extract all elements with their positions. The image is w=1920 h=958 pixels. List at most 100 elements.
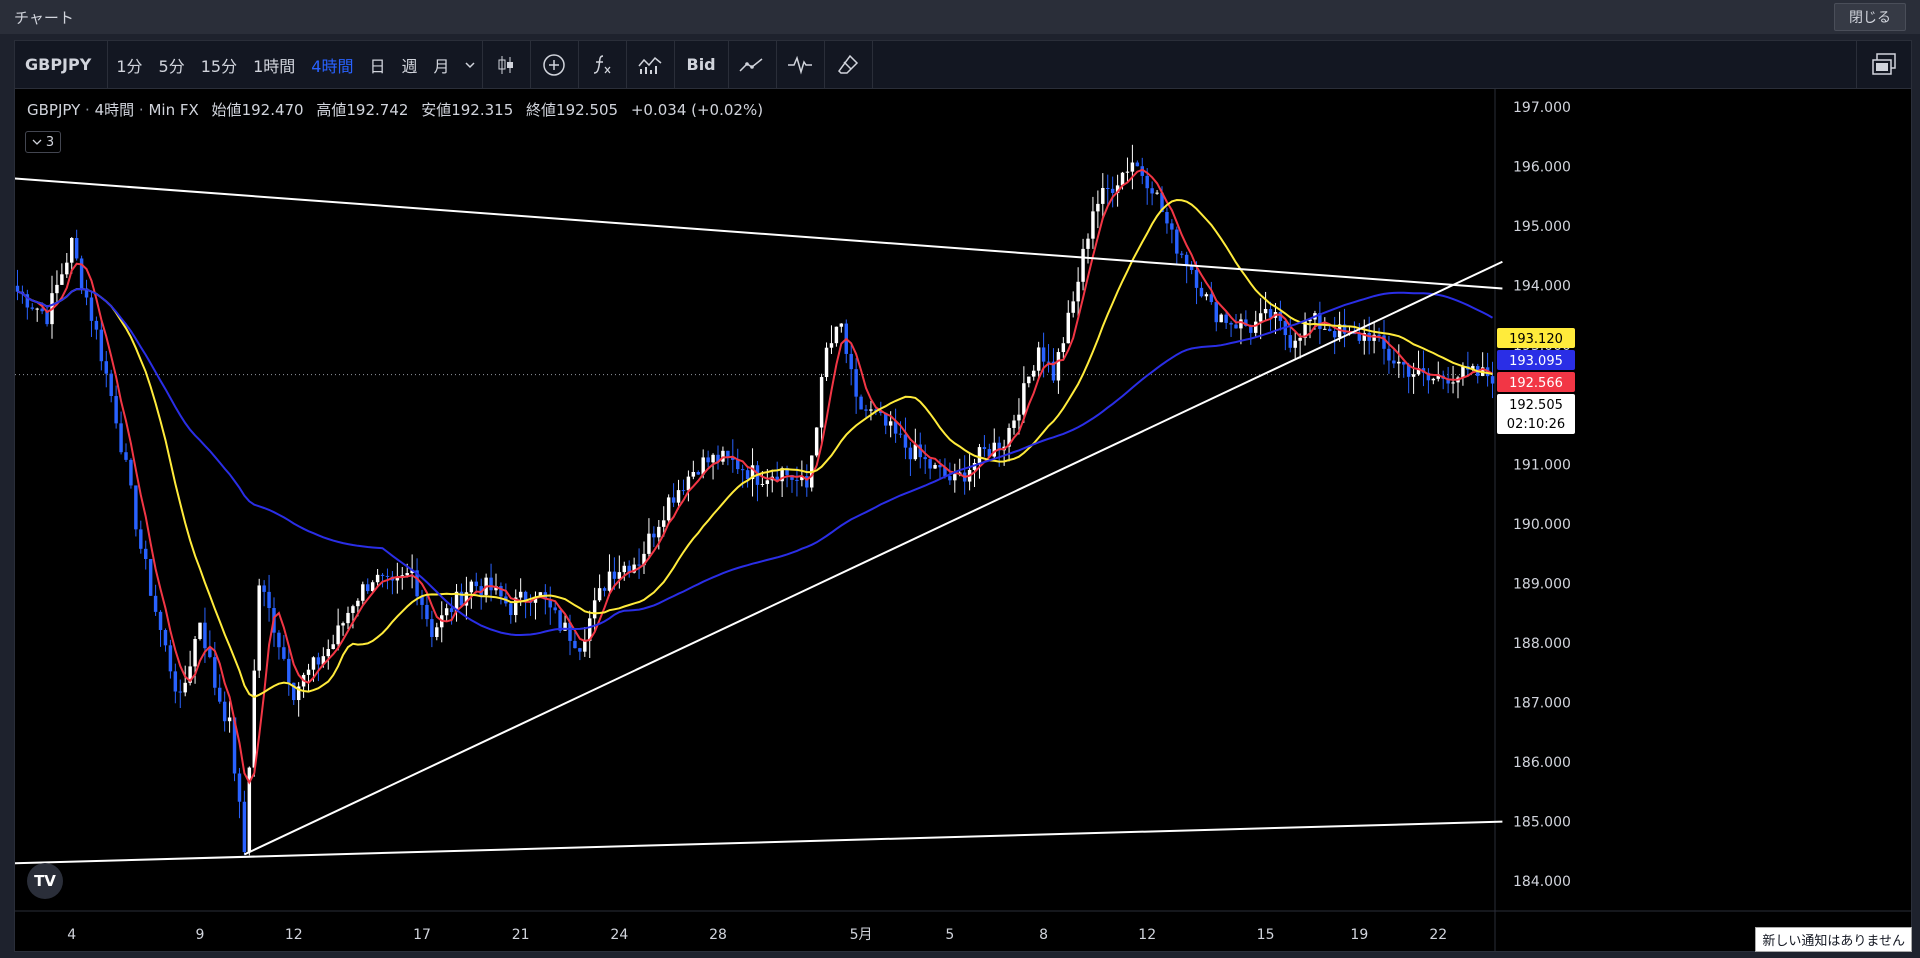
candle-body (173, 671, 178, 692)
candle-body (617, 572, 622, 579)
candle-body (1106, 188, 1110, 190)
eraser-icon[interactable] (823, 41, 872, 89)
y-tick-label: 190.000 (1513, 517, 1571, 533)
price-chart[interactable]: 184.000 185.000 186.000 187.000 188.000 189.0… (15, 89, 1911, 951)
bid-toggle[interactable]: Bid (673, 41, 728, 89)
interval-day[interactable]: 日 (361, 41, 393, 89)
candle-body (1120, 172, 1125, 186)
window-titlebar: チャート 閉じる (0, 0, 1920, 34)
candle-body (726, 450, 730, 457)
candle-body (1032, 370, 1036, 377)
price-label: 192.505 (1509, 398, 1563, 413)
candle-body (913, 444, 918, 460)
candle-body (218, 687, 222, 702)
y-tick-label: 195.000 (1513, 219, 1571, 235)
candle-body (1258, 313, 1263, 322)
candle-body (489, 577, 493, 591)
legend-high-label: 高値 (316, 101, 347, 119)
candle-body (691, 471, 696, 477)
legend-open-label: 始値 (211, 101, 242, 119)
candlestick-icon[interactable] (481, 41, 530, 89)
candle-body (139, 529, 143, 549)
candle-body (1214, 302, 1218, 323)
candle-body (385, 575, 390, 577)
candle-body (814, 427, 819, 456)
candle-body (849, 353, 853, 370)
candle-body (509, 603, 513, 616)
interval-4h[interactable]: 4時間 (303, 41, 361, 89)
candle-body (1377, 334, 1381, 336)
candle-body (864, 409, 868, 411)
candle-body (1180, 253, 1184, 255)
candle-body (1022, 383, 1026, 415)
x-tick-label: 9 (196, 927, 205, 943)
interval-week[interactable]: 週 (393, 41, 425, 89)
interval-1h[interactable]: 1時間 (245, 41, 303, 89)
candle-body (1392, 360, 1396, 364)
candle-body (706, 457, 710, 463)
candle-body (1125, 171, 1130, 173)
layout-icon[interactable] (1856, 41, 1911, 89)
line-tool-icon[interactable] (727, 41, 776, 89)
interval-5m[interactable]: 5分 (151, 41, 193, 89)
notification-toast: 新しい通知はありません (1755, 927, 1912, 952)
chevron-down-icon[interactable] (458, 41, 482, 89)
y-tick-label: 188.000 (1513, 636, 1571, 652)
candle-body (1254, 321, 1258, 333)
candle-body (553, 607, 557, 611)
interval-1m[interactable]: 1分 (108, 41, 150, 89)
candle-body (1165, 212, 1169, 224)
candle-body (1066, 312, 1070, 344)
symbol-selector[interactable]: GBPJPY (15, 41, 109, 89)
candle-body (1323, 328, 1327, 330)
indicators-icon[interactable] (625, 41, 674, 89)
candle-body (829, 343, 834, 348)
close-button[interactable]: 閉じる (1834, 3, 1906, 31)
candle-body (1293, 340, 1297, 348)
candle-body (346, 612, 350, 624)
candle-body (1451, 382, 1455, 384)
candle-body (869, 409, 873, 411)
candle-body (227, 717, 232, 722)
y-tick-label: 186.000 (1513, 755, 1571, 771)
candle-body (607, 571, 612, 591)
plus-circle-icon[interactable] (529, 41, 578, 89)
candle-body (671, 497, 676, 503)
waveform-icon[interactable] (775, 41, 824, 89)
candle-body (1411, 374, 1416, 377)
candle-body (1387, 348, 1391, 361)
candle-body (1170, 223, 1174, 230)
candle-body (597, 588, 602, 601)
candle-body (612, 571, 617, 579)
candle-body (1239, 319, 1243, 329)
candle-body (1110, 188, 1115, 193)
y-tick-label: 185.000 (1513, 815, 1571, 831)
candle-body (933, 464, 937, 469)
candle-body (104, 361, 108, 374)
legend-close-label: 終値 (526, 101, 557, 119)
candle-body (35, 308, 39, 310)
candle-body (1194, 269, 1199, 288)
candle-body (183, 682, 187, 693)
interval-15m[interactable]: 15分 (193, 41, 245, 89)
window-title: チャート (14, 8, 74, 27)
candle-body (15, 285, 20, 292)
function-icon[interactable] (577, 41, 626, 89)
candle-body (1224, 314, 1228, 323)
candle-body (45, 311, 49, 325)
candle-body (898, 433, 903, 435)
candle-body (1091, 211, 1095, 239)
candle-body (583, 641, 587, 652)
candle-body (1145, 175, 1149, 189)
candle-body (1012, 420, 1016, 428)
legend-collapse-button[interactable]: 3 (25, 131, 61, 153)
candle-body (602, 588, 607, 591)
candle-body (257, 585, 261, 671)
candle-body (518, 591, 523, 598)
candle-body (908, 447, 913, 460)
candle-body (1328, 328, 1332, 331)
candle-body (622, 565, 626, 573)
candle-body (380, 574, 385, 576)
interval-month[interactable]: 月 (425, 41, 457, 89)
x-tick-label: 24 (610, 927, 628, 943)
